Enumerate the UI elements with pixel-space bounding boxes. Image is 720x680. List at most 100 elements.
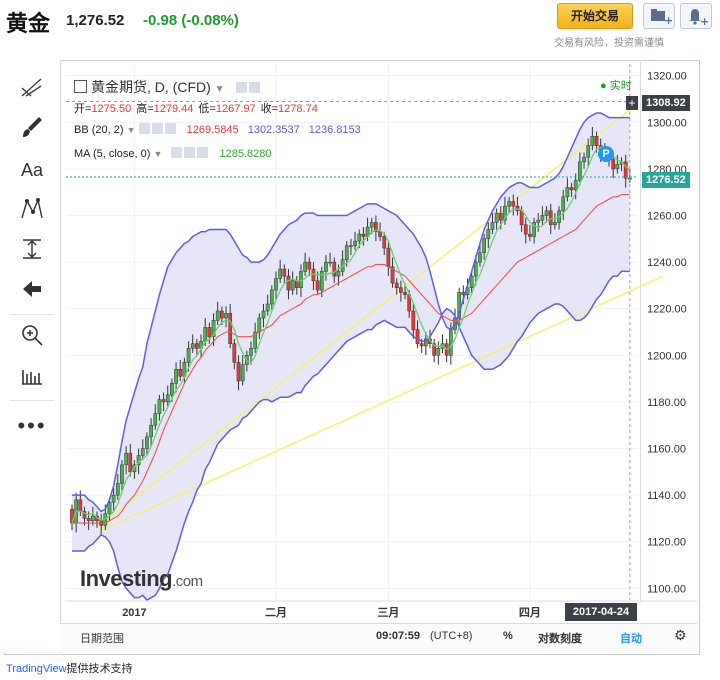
candle-body xyxy=(498,212,503,221)
candle-body xyxy=(294,280,299,288)
timezone-button[interactable]: (UTC+8) xyxy=(430,630,472,642)
percent-scale-button[interactable]: % xyxy=(503,630,513,642)
candle-body xyxy=(369,222,374,228)
candle-body xyxy=(153,413,158,426)
candle-body xyxy=(411,310,416,330)
y-tick-label: 1240.00 xyxy=(647,257,687,269)
candle-body xyxy=(469,275,474,288)
candle-body xyxy=(519,210,524,226)
candle-body xyxy=(207,327,212,337)
candle-body xyxy=(494,212,499,223)
candle-body xyxy=(328,261,332,264)
candle-body xyxy=(261,310,266,319)
candle-body xyxy=(611,159,616,170)
y-tick-label: 1200.00 xyxy=(647,350,687,362)
high-value: 1279.44 xyxy=(153,103,194,115)
bb-lower-value: 1236.8153 xyxy=(308,124,361,136)
plus-icon: + xyxy=(628,96,636,110)
candle-body xyxy=(265,303,270,312)
settings-icon[interactable] xyxy=(249,82,261,93)
candle-body xyxy=(307,261,312,270)
dropdown-icon[interactable]: ▼ xyxy=(215,84,225,95)
settings-icon[interactable] xyxy=(151,123,163,134)
x-tick-label: 四月 xyxy=(519,606,541,619)
investing-logo: Investing.com xyxy=(80,566,203,592)
candle-body xyxy=(232,343,237,363)
p-marker-icon[interactable]: P xyxy=(598,146,614,162)
candle-body xyxy=(299,271,303,288)
candle-body xyxy=(249,348,253,356)
candle-body xyxy=(544,210,549,216)
candle-body xyxy=(548,210,553,226)
candle-body xyxy=(436,348,441,356)
eye-icon[interactable] xyxy=(138,123,150,134)
candle-body xyxy=(523,224,528,235)
open-value: 1275.50 xyxy=(91,103,132,115)
y-tick-label: 1220.00 xyxy=(647,304,687,316)
log-scale-button[interactable]: 对数刻度 xyxy=(538,630,582,646)
y-tick-label: 1120.00 xyxy=(647,537,686,549)
candle-body xyxy=(419,343,424,347)
bb-label: BB (20, 2) xyxy=(74,124,124,136)
settings-icon[interactable] xyxy=(184,147,196,158)
candle-body xyxy=(394,282,399,288)
bb-basis-value: 1269.5845 xyxy=(186,124,239,136)
candle-body xyxy=(448,329,453,356)
candle-body xyxy=(203,327,208,342)
candle-body xyxy=(386,247,391,267)
symbol-legend[interactable]: 黄金期货, D, (CFD) ▼ xyxy=(74,77,262,97)
date-range-button[interactable]: 日期范围 xyxy=(80,630,124,646)
candle-body xyxy=(486,229,491,240)
candle-body xyxy=(145,436,149,449)
candle-body xyxy=(269,289,274,305)
dropdown-icon[interactable]: ▼ xyxy=(153,149,162,159)
logo-suffix: .com xyxy=(172,573,203,590)
candle-body xyxy=(195,343,199,349)
collapse-icon[interactable] xyxy=(74,80,87,93)
candle-body xyxy=(586,145,591,158)
candle-body xyxy=(594,135,599,146)
x-tick-label: 二月 xyxy=(265,606,287,619)
candle-body xyxy=(528,233,532,237)
ohlc-legend: 开=1275.50 高=1279.44 低=1267.97 收=1278.74 xyxy=(74,100,318,116)
ma-label: MA (5, close, 0) xyxy=(74,148,151,160)
candle-body xyxy=(349,245,353,248)
close-icon[interactable] xyxy=(197,147,209,158)
candle-body xyxy=(303,261,307,272)
candle-body xyxy=(220,310,224,319)
candle-body xyxy=(490,222,495,230)
logo-main: Investing xyxy=(80,566,173,591)
candle-body xyxy=(115,483,120,496)
open-label: 开= xyxy=(74,103,92,115)
close-icon[interactable] xyxy=(164,123,176,134)
low-value: 1267.97 xyxy=(215,103,256,115)
candle-body xyxy=(286,275,291,291)
candle-body xyxy=(561,196,566,212)
candle-body xyxy=(120,464,124,484)
y-tick-label: 1100.00 xyxy=(647,583,686,595)
bb-legend[interactable]: BB (20, 2) ▼ 1269.5845 1302.3537 1236.81… xyxy=(74,123,361,136)
candle-body xyxy=(224,313,228,319)
gear-icon[interactable]: ⚙ xyxy=(674,627,687,644)
close-value: 1278.74 xyxy=(278,103,318,115)
add-level-button[interactable]: + xyxy=(626,96,638,110)
candle-body xyxy=(315,280,320,291)
dropdown-icon[interactable]: ▼ xyxy=(127,125,136,135)
candle-body xyxy=(282,268,287,277)
candle-body xyxy=(565,187,570,198)
bb-band-fill xyxy=(72,112,630,600)
candle-body xyxy=(482,238,486,254)
eye-icon[interactable] xyxy=(236,82,248,93)
candle-body xyxy=(569,187,574,191)
candle-body xyxy=(478,252,482,263)
eye-icon[interactable] xyxy=(171,147,183,158)
candle-body xyxy=(507,201,511,207)
candle-body xyxy=(165,394,170,403)
tradingview-link[interactable]: TradingView xyxy=(6,663,67,675)
candle-body xyxy=(578,161,582,181)
auto-scale-button[interactable]: 自动 xyxy=(620,630,642,646)
candle-body xyxy=(161,399,166,403)
realtime-indicator: ● 实时 xyxy=(600,77,632,93)
ma-legend[interactable]: MA (5, close, 0) ▼ 1285.8280 xyxy=(74,147,272,160)
crosshair-date-tag: 2017-04-24 xyxy=(565,603,637,621)
